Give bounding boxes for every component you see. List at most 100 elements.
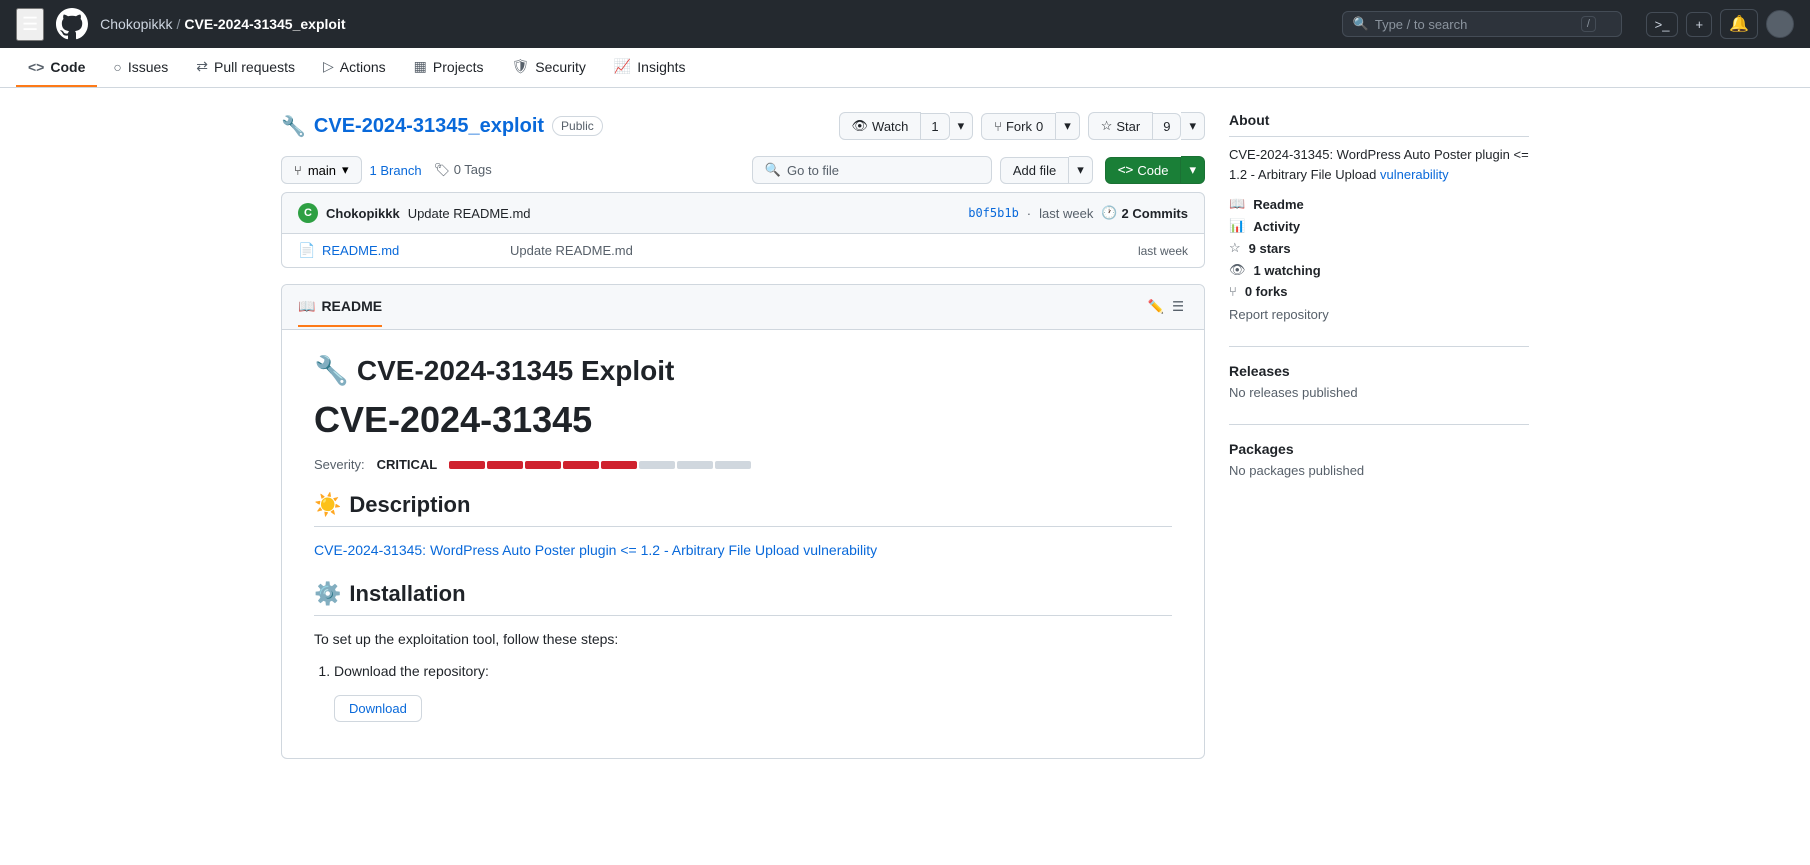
- commit-author-link[interactable]: Chokopikkk: [326, 206, 400, 221]
- file-name-link[interactable]: README.md: [322, 243, 502, 258]
- commits-count: 🕐 2 Commits: [1101, 205, 1188, 221]
- list-item: Download the repository: Download: [334, 663, 1172, 722]
- install-heading-text: Installation: [349, 581, 465, 607]
- nav-security[interactable]: 🛡 Security: [499, 48, 597, 87]
- commit-hash-link[interactable]: b0f5b1b: [968, 206, 1019, 220]
- watching-icon: 👁: [1229, 262, 1246, 278]
- fork-button[interactable]: ⑂ Fork 0: [981, 113, 1056, 140]
- star-button[interactable]: ☆ Star: [1088, 112, 1154, 140]
- add-file-dropdown-button[interactable]: ▾: [1069, 156, 1093, 184]
- add-file-btn-group: Add file ▾: [1000, 156, 1093, 184]
- code-label: Code: [1137, 163, 1168, 178]
- avatar-button[interactable]: [1766, 10, 1794, 38]
- watch-button[interactable]: 👁 Watch: [839, 112, 922, 140]
- severity-bar: [449, 461, 751, 469]
- go-to-file-button[interactable]: 🔍 Go to file: [752, 156, 992, 184]
- watching-link[interactable]: 1 watching: [1254, 263, 1321, 278]
- sidebar-activity-stat: 📊 Activity: [1229, 218, 1529, 234]
- repo-nav: <> Code ○ Issues ⇄ Pull requests ▷ Actio…: [0, 48, 1810, 88]
- branch-selector-button[interactable]: ⑂ main ▾: [281, 156, 362, 184]
- desc-emoji: ☀️: [314, 492, 341, 518]
- commit-time: last week: [1039, 206, 1093, 221]
- install-emoji: ⚙️: [314, 581, 341, 607]
- download-button[interactable]: Download: [334, 695, 422, 722]
- fork-dropdown-button[interactable]: ▾: [1056, 112, 1080, 140]
- hamburger-button[interactable]: ☰: [16, 8, 44, 41]
- watch-count-button[interactable]: 1: [921, 113, 949, 140]
- code-dropdown-button[interactable]: ▾: [1181, 156, 1205, 184]
- readme-link[interactable]: Readme: [1253, 197, 1304, 212]
- nav-insights[interactable]: 📈 Insights: [602, 48, 698, 87]
- repo-link[interactable]: CVE-2024-31345_exploit: [184, 16, 345, 32]
- clock-icon: 🕐: [1101, 205, 1117, 221]
- pr-icon: ⇄: [196, 58, 208, 75]
- repo-avatar-emoji: 🔧: [281, 114, 306, 139]
- notification-button[interactable]: 🔔: [1720, 9, 1758, 39]
- breadcrumb-separator: /: [177, 16, 181, 32]
- sidebar-releases-text: No releases published: [1229, 385, 1529, 400]
- nav-actions[interactable]: ▷ Actions: [311, 48, 398, 87]
- search-input[interactable]: [1375, 17, 1575, 32]
- activity-link[interactable]: Activity: [1253, 219, 1300, 234]
- branch-icon: ⑂: [294, 163, 302, 178]
- forks-icon: ⑂: [1229, 284, 1237, 299]
- report-repository-link[interactable]: Report repository: [1229, 307, 1529, 322]
- watch-label: Watch: [872, 119, 908, 134]
- readme-content: 🔧 CVE-2024-31345 Exploit CVE-2024-31345 …: [282, 330, 1204, 758]
- terminal-button[interactable]: >_: [1646, 12, 1679, 37]
- nav-code[interactable]: <> Code: [16, 49, 97, 87]
- severity-value: CRITICAL: [377, 457, 438, 472]
- commit-message: Update README.md: [408, 206, 961, 221]
- nav-pull-requests[interactable]: ⇄ Pull requests: [184, 48, 307, 87]
- commit-author-avatar: C: [298, 203, 318, 223]
- github-logo-icon: [56, 8, 88, 40]
- readme-edit-button[interactable]: ✏️: [1143, 295, 1168, 319]
- sidebar-divider-2: [1229, 424, 1529, 425]
- add-file-button[interactable]: Add file: [1000, 157, 1069, 184]
- star-count-button[interactable]: 9: [1153, 113, 1181, 140]
- user-link[interactable]: Chokopikkk: [100, 16, 172, 32]
- sidebar-divider-1: [1229, 346, 1529, 347]
- sidebar-packages-title: Packages: [1229, 441, 1529, 457]
- commits-link[interactable]: 🕐 2 Commits: [1101, 205, 1188, 221]
- create-button[interactable]: +: [1686, 12, 1712, 37]
- sidebar-readme-stat: 📖 Readme: [1229, 196, 1529, 212]
- desc-link[interactable]: CVE-2024-31345: WordPress Auto Poster pl…: [314, 542, 877, 558]
- topbar: ☰ Chokopikkk / CVE-2024-31345_exploit 🔍 …: [0, 0, 1810, 48]
- star-btn-group: ☆ Star 9 ▾: [1088, 112, 1205, 140]
- severity-segment-filled: [487, 461, 523, 469]
- watch-dropdown-button[interactable]: ▾: [950, 112, 974, 140]
- severity-segment-empty: [715, 461, 751, 469]
- nav-issues[interactable]: ○ Issues: [101, 49, 180, 87]
- severity-label: Severity:: [314, 457, 365, 472]
- go-to-file-label: Go to file: [787, 163, 839, 178]
- eye-icon: 👁: [852, 118, 869, 134]
- stars-link[interactable]: 9 stars: [1249, 241, 1291, 256]
- stars-icon: ☆: [1229, 240, 1241, 256]
- sidebar-about-link[interactable]: vulnerability: [1380, 167, 1449, 182]
- star-dropdown-button[interactable]: ▾: [1181, 112, 1205, 140]
- file-icon: 📄: [298, 242, 314, 259]
- file-commit-message: Update README.md: [510, 243, 1130, 258]
- branches-link[interactable]: 1 Branch: [370, 163, 422, 178]
- readme-installation-heading: ⚙️ Installation: [314, 581, 1172, 616]
- readme-header: 📖 README ✏️ ☰: [282, 285, 1204, 330]
- sidebar-stars-stat: ☆ 9 stars: [1229, 240, 1529, 256]
- severity-segment-empty: [639, 461, 675, 469]
- readme-description-heading: ☀️ Description: [314, 492, 1172, 527]
- table-row: 📄 README.md Update README.md last week: [282, 234, 1204, 267]
- projects-icon: ▦: [414, 58, 427, 75]
- sidebar-packages-section: Packages No packages published: [1229, 441, 1529, 478]
- nav-projects[interactable]: ▦ Projects: [402, 48, 496, 87]
- tags-anchor[interactable]: 0 Tags: [454, 162, 492, 177]
- topbar-right-actions: >_ + 🔔: [1646, 9, 1794, 39]
- readme-h1-emoji: 🔧: [314, 354, 349, 387]
- nav-issues-label: Issues: [128, 59, 168, 75]
- code-button[interactable]: <> Code: [1105, 157, 1182, 184]
- branch-info: 1 Branch 🏷 0 Tags: [370, 162, 492, 178]
- forks-link[interactable]: 0 forks: [1245, 284, 1288, 299]
- issues-icon: ○: [113, 59, 121, 75]
- readme-list-button[interactable]: ☰: [1168, 295, 1188, 319]
- security-icon: 🛡: [511, 58, 529, 75]
- sidebar: About CVE-2024-31345: WordPress Auto Pos…: [1229, 112, 1529, 759]
